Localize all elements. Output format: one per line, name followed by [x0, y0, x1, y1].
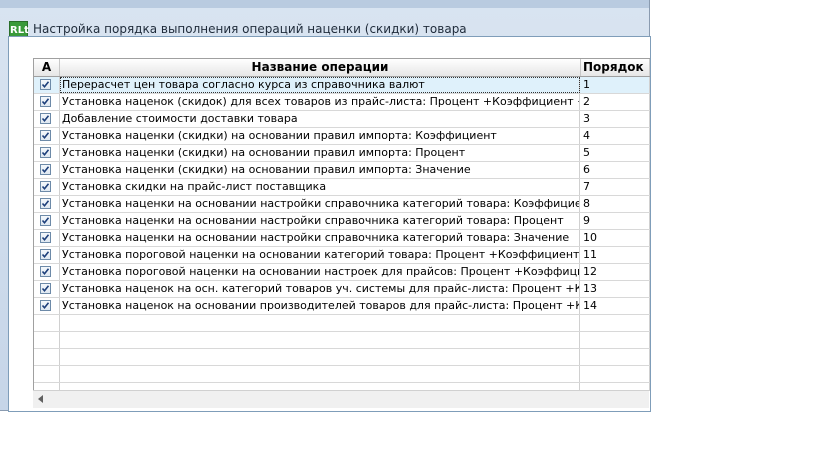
- active-cell: [34, 213, 60, 229]
- active-checkbox[interactable]: [40, 266, 51, 277]
- order-cell[interactable]: 6: [581, 162, 650, 178]
- scroll-left-arrow-icon[interactable]: [38, 395, 43, 403]
- table-row[interactable]: Установка наценки на основании настройки…: [34, 196, 650, 213]
- empty-cell: [60, 332, 580, 348]
- table-row[interactable]: Установка наценки на основании настройки…: [34, 213, 650, 230]
- table-row[interactable]: Установка наценки на основании настройки…: [34, 230, 650, 247]
- empty-cell: [581, 349, 650, 365]
- horizontal-scrollbar[interactable]: [33, 390, 649, 408]
- window-title: Настройка порядка выполнения операций на…: [33, 22, 467, 36]
- active-checkbox[interactable]: [40, 181, 51, 192]
- operation-name-cell[interactable]: Установка наценки (скидки) на основании …: [60, 145, 580, 161]
- active-checkbox[interactable]: [40, 130, 51, 141]
- table-row[interactable]: Перерасчет цен товара согласно курса из …: [34, 77, 650, 94]
- active-cell: [34, 247, 60, 263]
- operation-name-cell[interactable]: Установка наценки (скидки) на основании …: [60, 128, 580, 144]
- empty-cell: [60, 349, 580, 365]
- active-checkbox[interactable]: [40, 300, 51, 311]
- empty-cell: [581, 366, 650, 382]
- order-cell[interactable]: 14: [581, 298, 650, 314]
- operation-name-cell[interactable]: Установка наценок на осн. категорий това…: [60, 281, 580, 297]
- table-row[interactable]: Установка пороговой наценки на основании…: [34, 247, 650, 264]
- table-row[interactable]: Установка наценок (скидок) для всех това…: [34, 94, 650, 111]
- operation-name-cell[interactable]: Установка пороговой наценки на основании…: [60, 264, 580, 280]
- empty-row: [34, 366, 650, 383]
- empty-cell: [60, 315, 580, 331]
- empty-cell: [34, 332, 60, 348]
- table-row[interactable]: Установка наценки (скидки) на основании …: [34, 145, 650, 162]
- active-checkbox[interactable]: [40, 113, 51, 124]
- active-checkbox[interactable]: [40, 198, 51, 209]
- operation-name-cell[interactable]: Установка наценки на основании настройки…: [60, 196, 580, 212]
- empty-cell: [581, 332, 650, 348]
- order-cell[interactable]: 11: [581, 247, 650, 263]
- active-cell: [34, 264, 60, 280]
- active-cell: [34, 298, 60, 314]
- order-cell[interactable]: 4: [581, 128, 650, 144]
- table-row[interactable]: Установка скидки на прайс-лист поставщик…: [34, 179, 650, 196]
- table-row[interactable]: Установка пороговой наценки на основании…: [34, 264, 650, 281]
- table-row[interactable]: Установка наценок на осн. категорий това…: [34, 281, 650, 298]
- table-row[interactable]: Установка наценок на основании производи…: [34, 298, 650, 315]
- order-cell[interactable]: 10: [581, 230, 650, 246]
- operation-name-cell[interactable]: Установка наценки (скидки) на основании …: [60, 162, 580, 178]
- empty-row: [34, 349, 650, 366]
- active-cell: [34, 179, 60, 195]
- order-cell[interactable]: 3: [581, 111, 650, 127]
- column-header-order[interactable]: Порядок: [581, 59, 650, 76]
- operation-name-cell[interactable]: Установка наценок на основании производи…: [60, 298, 580, 314]
- operation-name-cell[interactable]: Установка наценки на основании настройки…: [60, 213, 580, 229]
- active-cell: [34, 196, 60, 212]
- operation-name-cell[interactable]: Добавление стоимости доставки товара: [60, 111, 580, 127]
- active-cell: [34, 230, 60, 246]
- table-row[interactable]: Установка наценки (скидки) на основании …: [34, 128, 650, 145]
- active-cell: [34, 77, 60, 93]
- grid-rows: Перерасчет цен товара согласно курса из …: [34, 77, 650, 391]
- active-cell: [34, 162, 60, 178]
- active-cell: [34, 128, 60, 144]
- empty-cell: [34, 315, 60, 331]
- operation-name-cell[interactable]: Перерасчет цен товара согласно курса из …: [60, 77, 580, 93]
- empty-cell: [60, 366, 580, 382]
- active-cell: [34, 281, 60, 297]
- operation-name-cell[interactable]: Установка пороговой наценки на основании…: [60, 247, 580, 263]
- active-cell: [34, 94, 60, 110]
- active-cell: [34, 111, 60, 127]
- operations-grid: A Название операции Порядок Перерасчет ц…: [33, 58, 650, 391]
- active-checkbox[interactable]: [40, 164, 51, 175]
- empty-row: [34, 315, 650, 332]
- active-checkbox[interactable]: [40, 79, 51, 90]
- active-checkbox[interactable]: [40, 232, 51, 243]
- order-cell[interactable]: 1: [581, 77, 650, 93]
- active-checkbox[interactable]: [40, 215, 51, 226]
- active-checkbox[interactable]: [40, 249, 51, 260]
- order-cell[interactable]: 2: [581, 94, 650, 110]
- grid-header: A Название операции Порядок: [34, 59, 650, 77]
- operation-name-cell[interactable]: Установка наценки на основании настройки…: [60, 230, 580, 246]
- order-cell[interactable]: 5: [581, 145, 650, 161]
- empty-cell: [34, 366, 60, 382]
- order-cell[interactable]: 9: [581, 213, 650, 229]
- active-cell: [34, 145, 60, 161]
- order-cell[interactable]: 7: [581, 179, 650, 195]
- column-header-active[interactable]: A: [34, 59, 60, 76]
- empty-cell: [581, 315, 650, 331]
- empty-cell: [34, 349, 60, 365]
- column-header-operation-name[interactable]: Название операции: [60, 59, 581, 76]
- title-bar[interactable]: RLt Настройка порядка выполнения операци…: [0, 8, 649, 40]
- table-row[interactable]: Добавление стоимости доставки товара 3: [34, 111, 650, 128]
- order-cell[interactable]: 13: [581, 281, 650, 297]
- empty-row: [34, 332, 650, 349]
- active-checkbox[interactable]: [40, 96, 51, 107]
- table-row[interactable]: Установка наценки (скидки) на основании …: [34, 162, 650, 179]
- order-cell[interactable]: 8: [581, 196, 650, 212]
- operation-name-cell[interactable]: Установка наценок (скидок) для всех това…: [60, 94, 580, 110]
- active-checkbox[interactable]: [40, 283, 51, 294]
- active-checkbox[interactable]: [40, 147, 51, 158]
- order-cell[interactable]: 12: [581, 264, 650, 280]
- operation-name-cell[interactable]: Установка скидки на прайс-лист поставщик…: [60, 179, 580, 195]
- window-top-strip: [0, 0, 649, 8]
